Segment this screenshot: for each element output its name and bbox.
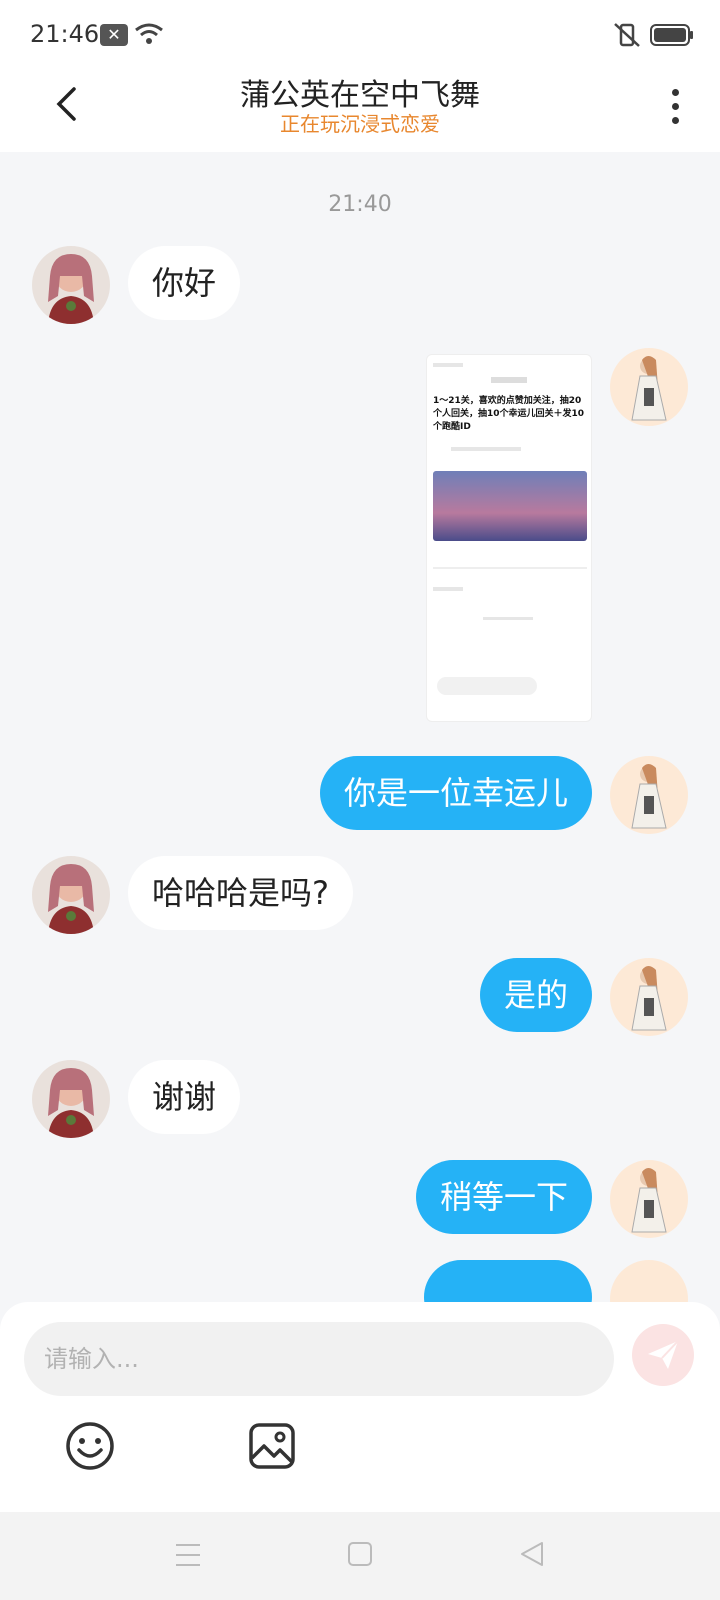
notification-icon: ✕ [100, 24, 128, 46]
more-dot-icon [671, 102, 679, 110]
image-button[interactable] [246, 1420, 298, 1472]
more-dot-icon [671, 88, 679, 96]
my-avatar[interactable] [610, 958, 688, 1036]
my-avatar[interactable] [610, 756, 688, 834]
received-message-bubble[interactable]: 哈哈哈是吗? [128, 856, 353, 930]
smiley-icon [66, 1422, 114, 1470]
paper-plane-icon [648, 1340, 679, 1369]
triangle-back-icon[interactable] [518, 1540, 546, 1568]
avatar-image [631, 966, 667, 1031]
more-options-button[interactable] [660, 84, 690, 128]
user-status: 正在玩沉浸式恋爱 [280, 112, 440, 136]
received-message-bubble[interactable]: 谢谢 [128, 1060, 241, 1134]
avatar-image [48, 1068, 94, 1138]
composer-panel: 请输入... [0, 1302, 720, 1512]
sent-message-bubble[interactable]: 是的 [479, 958, 592, 1032]
screenshot-author-line [451, 447, 521, 451]
chat-timestamp: 21:40 [328, 192, 392, 217]
my-avatar[interactable] [610, 348, 688, 426]
chat-area[interactable]: 21:40 你好 1～21关，喜欢的点赞加关注，抽20个人回关，抽10个幸运儿回… [0, 152, 720, 1302]
contact-avatar[interactable] [32, 246, 110, 324]
sent-message-bubble[interactable]: 你是一位幸运儿 [319, 756, 592, 830]
message-input[interactable]: 请输入... [24, 1322, 614, 1396]
wifi-icon [135, 23, 163, 44]
screenshot-post-title: 1～21关，喜欢的点赞加关注，抽20个人回关，抽10个幸运儿回关＋发10个跑酷I… [433, 396, 585, 432]
contact-avatar[interactable] [32, 856, 110, 934]
screenshot-header-line [491, 377, 527, 383]
vibrate-mute-icon [614, 23, 640, 47]
received-message-bubble[interactable]: 你好 [128, 246, 241, 320]
chat-header: 蒲公英在空中飞舞 正在玩沉浸式恋爱 [0, 64, 720, 152]
message-input-placeholder: 请输入... [44, 1345, 139, 1373]
avatar-image [48, 864, 94, 934]
more-dot-icon [671, 116, 679, 124]
contact-avatar[interactable] [32, 1060, 110, 1138]
avatar-image [631, 1168, 667, 1233]
menu-icon[interactable] [174, 1542, 202, 1568]
send-button[interactable] [632, 1324, 694, 1386]
sent-message-bubble-partial[interactable] [424, 1260, 592, 1302]
battery-icon [650, 24, 693, 46]
image-icon [249, 1423, 295, 1469]
system-nav-bar [0, 1512, 720, 1600]
square-home-icon[interactable] [346, 1540, 374, 1568]
emoji-button[interactable] [64, 1420, 116, 1472]
avatar-image [631, 764, 667, 829]
my-avatar[interactable] [610, 1160, 688, 1238]
screenshot-status-line [433, 363, 463, 367]
status-bar: 21:46 ✕ [0, 0, 720, 64]
screenshot-comments-line [433, 587, 463, 591]
shared-screenshot-image[interactable]: 1～21关，喜欢的点赞加关注，抽20个人回关，抽10个幸运儿回关＋发10个跑酷I… [426, 354, 592, 722]
avatar-image [631, 356, 667, 421]
screenshot-empty-line [483, 617, 533, 620]
my-avatar[interactable] [610, 1260, 688, 1302]
screenshot-video-thumbnail [433, 471, 587, 541]
sent-message-bubble[interactable]: 稍等一下 [415, 1160, 592, 1234]
status-time: 21:46 [30, 20, 100, 48]
screenshot-divider [433, 567, 587, 569]
screenshot-input-line [437, 677, 537, 695]
avatar-image [48, 254, 94, 324]
